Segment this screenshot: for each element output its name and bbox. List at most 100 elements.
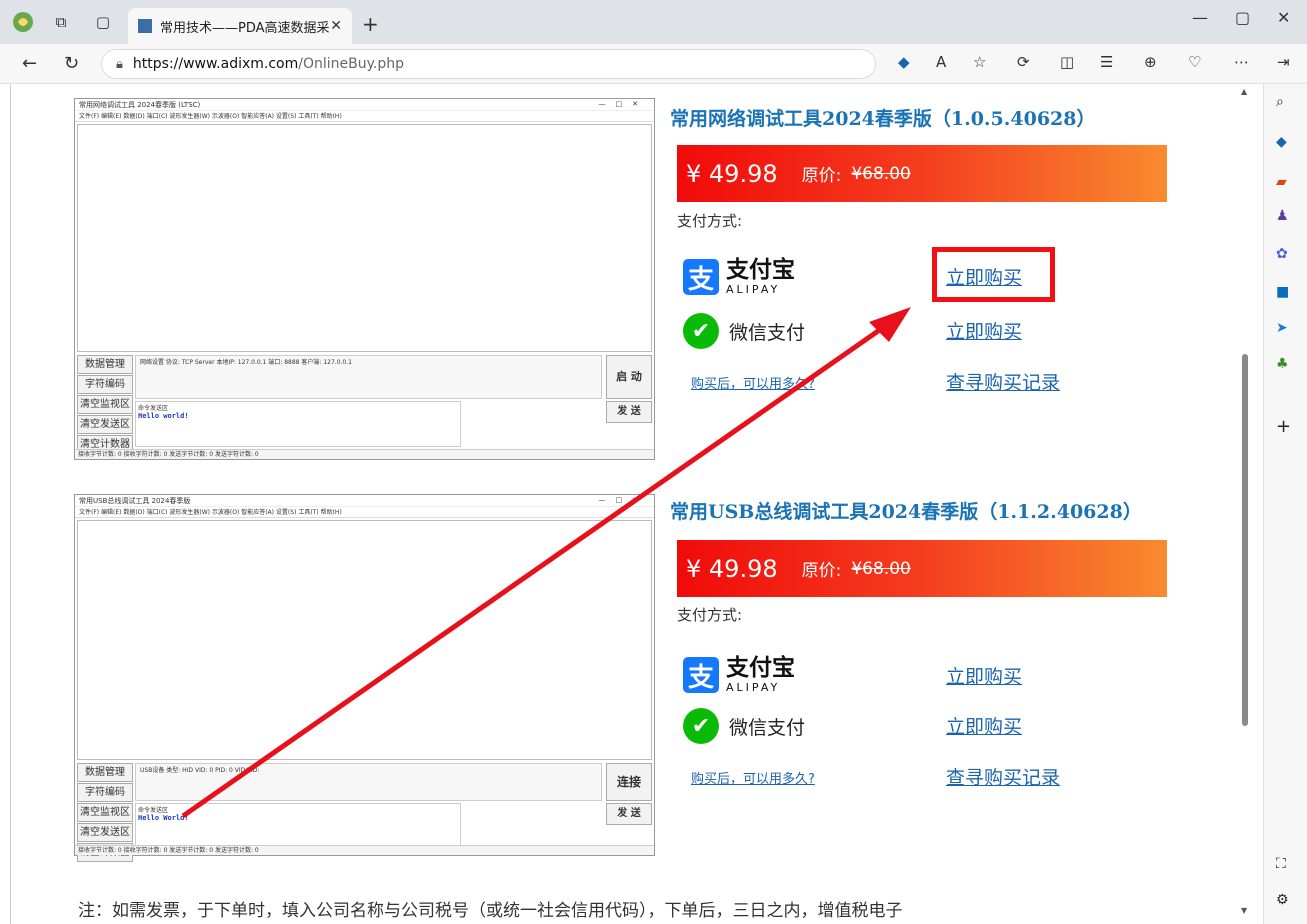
product-screenshot: 常用网络调试工具 2024春季版 (LTSC) —□✕ 文件(F) 编辑(E) …	[74, 98, 655, 460]
buy-alipay-link[interactable]: 立即购买	[946, 263, 1022, 290]
screenshot-hello-text: Hello world!	[138, 412, 189, 420]
sidebar-toggle-icon[interactable]: ⇥	[1277, 53, 1290, 71]
screenshot-menu: 文件(F) 编辑(E) 数据(D) 端口(C) 波形发生器(W) 示波器(O) …	[75, 507, 654, 518]
screenshot-cmd-label: 命令发送区	[138, 807, 169, 814]
wechat-pay-name: 微信支付	[729, 321, 806, 344]
screenshot-menu: 文件(F) 编辑(E) 数据(D) 端口(C) 波形发生器(W) 示波器(O) …	[75, 111, 654, 122]
screenshot-button: 数据管理	[77, 763, 133, 782]
screenshot-status-bar: 接收字节计数: 0 接收字符计数: 0 发送字节计数: 0 发送字符计数: 0	[75, 845, 654, 855]
screenshot-button: 清空监视区	[77, 803, 133, 822]
purchase-records-link[interactable]: 查寻购买记录	[946, 368, 1060, 395]
screenshot-window-controls: —□✕	[598, 496, 648, 504]
alipay-en: ALIPAY	[726, 283, 781, 296]
wechat-pay-icon: ✔	[683, 313, 719, 349]
refresh-icon[interactable]: ↻	[64, 53, 79, 74]
screenshot-tool-icon[interactable]: ⛶	[1276, 856, 1286, 872]
copilot-icon[interactable]: ✿	[1276, 246, 1288, 262]
original-price-label: 原价:	[801, 166, 842, 186]
wechat-pay-logo: ✔ 微信支付	[683, 313, 805, 349]
alipay-icon: 支	[683, 259, 719, 295]
profile-icon[interactable]	[6, 5, 40, 39]
screenshot-window-controls: —□✕	[598, 100, 648, 108]
price-bar: ¥ 49.98 原价: ¥68.00	[677, 145, 1167, 202]
workspaces-icon[interactable]: ⧉	[44, 5, 78, 39]
search-icon[interactable]: ⌕	[1276, 94, 1284, 110]
price-bar: ¥ 49.98 原价: ¥68.00	[677, 540, 1167, 597]
minimize-button[interactable]: —	[1192, 8, 1208, 27]
toolbox-icon[interactable]: ▰	[1276, 174, 1287, 190]
tab-title: 常用技术——PDA高速数据采集	[160, 20, 331, 36]
product-title: 常用网络调试工具2024春季版（1.0.5.40628）	[670, 108, 1096, 130]
close-window-button[interactable]: ✕	[1277, 8, 1290, 27]
wechat-pay-name: 微信支付	[729, 716, 806, 739]
games-icon[interactable]: ♟	[1276, 208, 1289, 224]
favorite-star-icon[interactable]: ☆	[973, 53, 986, 71]
shopping-tag-icon[interactable]: ◆	[1276, 134, 1287, 150]
extensions-icon[interactable]: ⟳	[1017, 53, 1030, 71]
address-toolbar: ← ↻ 🔒︎ https://www.adixm.com/OnlineBuy.p…	[0, 44, 1307, 84]
buy-wechat-link[interactable]: 立即购买	[946, 317, 1022, 344]
url-bar[interactable]: 🔒︎ https://www.adixm.com/OnlineBuy.php	[101, 49, 876, 79]
alipay-name: 支付宝	[726, 257, 795, 283]
screenshot-cmd-label: 命令发送区	[138, 405, 169, 412]
add-sidebar-icon[interactable]: +	[1276, 416, 1291, 437]
edge-sidebar: ⌕ ◆ ▰ ♟ ✿ ■ ➤ ♣ + ⛶ ⚙	[1263, 84, 1307, 924]
favorites-icon[interactable]: ☰	[1100, 53, 1113, 71]
screenshot-button: 字符编码	[77, 783, 133, 802]
tab-active[interactable]: 常用技术——PDA高速数据采集 ✕	[128, 8, 352, 44]
alipay-icon: 支	[683, 657, 719, 693]
screenshot-settings-panel: 网络设置 协议: TCP Server 本地IP: 127.0.0.1 端口: …	[135, 355, 602, 399]
lock-icon: 🔒︎	[116, 56, 123, 72]
settings-gear-icon[interactable]: ⚙	[1276, 892, 1289, 908]
maximize-button[interactable]: ▢	[1235, 8, 1250, 27]
screenshot-send-button: 发 送	[606, 401, 652, 423]
original-price-label: 原价:	[801, 561, 842, 581]
screenshot-side-buttons: 数据管理 字符编码 清空监视区 清空发送区 清空计数器	[77, 355, 133, 455]
url-host: https://www.adixm.com	[132, 56, 299, 72]
original-price: ¥68.00	[851, 163, 911, 184]
wechat-pay-icon: ✔	[683, 708, 719, 744]
scroll-up-icon[interactable]: ▲	[1241, 87, 1247, 96]
send-icon[interactable]: ➤	[1276, 320, 1288, 336]
read-aloud-icon[interactable]: A	[936, 53, 946, 71]
product-title: 常用USB总线调试工具2024春季版（1.1.2.40628）	[670, 501, 1142, 523]
usage-duration-link[interactable]: 购买后，可以用多久?	[691, 373, 815, 392]
split-screen-icon[interactable]: ◫	[1060, 53, 1074, 71]
buy-wechat-link[interactable]: 立即购买	[946, 712, 1022, 739]
tab-favicon-icon	[138, 19, 152, 33]
title-bar: ⧉ ▢ 常用技术——PDA高速数据采集 ✕ + — ▢ ✕	[0, 0, 1307, 44]
screenshot-command-area: 命令发送区 Hello world!	[135, 401, 461, 447]
outlook-icon[interactable]: ■	[1276, 284, 1289, 300]
product-screenshot: 常用USB总线调试工具 2024春季版 —□✕ 文件(F) 编辑(E) 数据(D…	[74, 494, 655, 862]
screenshot-start-button: 启 动	[606, 355, 652, 399]
price: ¥ 49.98	[686, 554, 778, 583]
tab-actions-icon[interactable]: ▢	[86, 5, 120, 39]
payment-method-label: 支付方式:	[677, 606, 743, 624]
screenshot-button: 字符编码	[77, 375, 133, 394]
payment-method-label: 支付方式:	[677, 212, 743, 230]
alipay-name: 支付宝	[726, 655, 795, 681]
usage-duration-link[interactable]: 购买后，可以用多久?	[691, 768, 815, 787]
scrollbar-thumb[interactable]	[1242, 354, 1248, 726]
screenshot-settings-panel: USB设备 类型: HID VID: 0 PID: 0 VID/PID:	[135, 763, 602, 801]
vertical-scrollbar[interactable]: ▲ ▼	[1238, 84, 1254, 924]
buy-alipay-link[interactable]: 立即购买	[946, 662, 1022, 689]
scroll-down-icon[interactable]: ▼	[1241, 906, 1247, 915]
screenshot-status-bar: 接收字节计数: 0 接收字符计数: 0 发送字节计数: 0 发送字符计数: 0	[75, 449, 654, 459]
wechat-pay-logo: ✔ 微信支付	[683, 708, 805, 744]
invoice-note: 注：如需发票，于下单时，填入公司名称与公司税号（或统一社会信用代码），下单后，三…	[78, 901, 903, 921]
screenshot-monitor-area	[77, 124, 652, 352]
page-content: 常用网络调试工具 2024春季版 (LTSC) —□✕ 文件(F) 编辑(E) …	[10, 84, 1254, 924]
screenshot-command-area: 命令发送区 Hello World!	[135, 803, 461, 847]
more-menu-icon[interactable]: ⋯	[1234, 53, 1249, 71]
tree-icon[interactable]: ♣	[1276, 356, 1289, 372]
back-icon[interactable]: ←	[22, 53, 37, 74]
tab-close-icon[interactable]: ✕	[330, 18, 342, 34]
tag-icon[interactable]: ◆	[898, 53, 910, 71]
screenshot-send-button: 发 送	[606, 803, 652, 825]
purchase-records-link[interactable]: 查寻购买记录	[946, 763, 1060, 790]
screenshot-title: 常用USB总线调试工具 2024春季版	[75, 495, 654, 507]
new-tab-button[interactable]: +	[362, 12, 379, 36]
performance-icon[interactable]: ♡	[1188, 53, 1201, 71]
collections-icon[interactable]: ⊕	[1144, 53, 1157, 71]
